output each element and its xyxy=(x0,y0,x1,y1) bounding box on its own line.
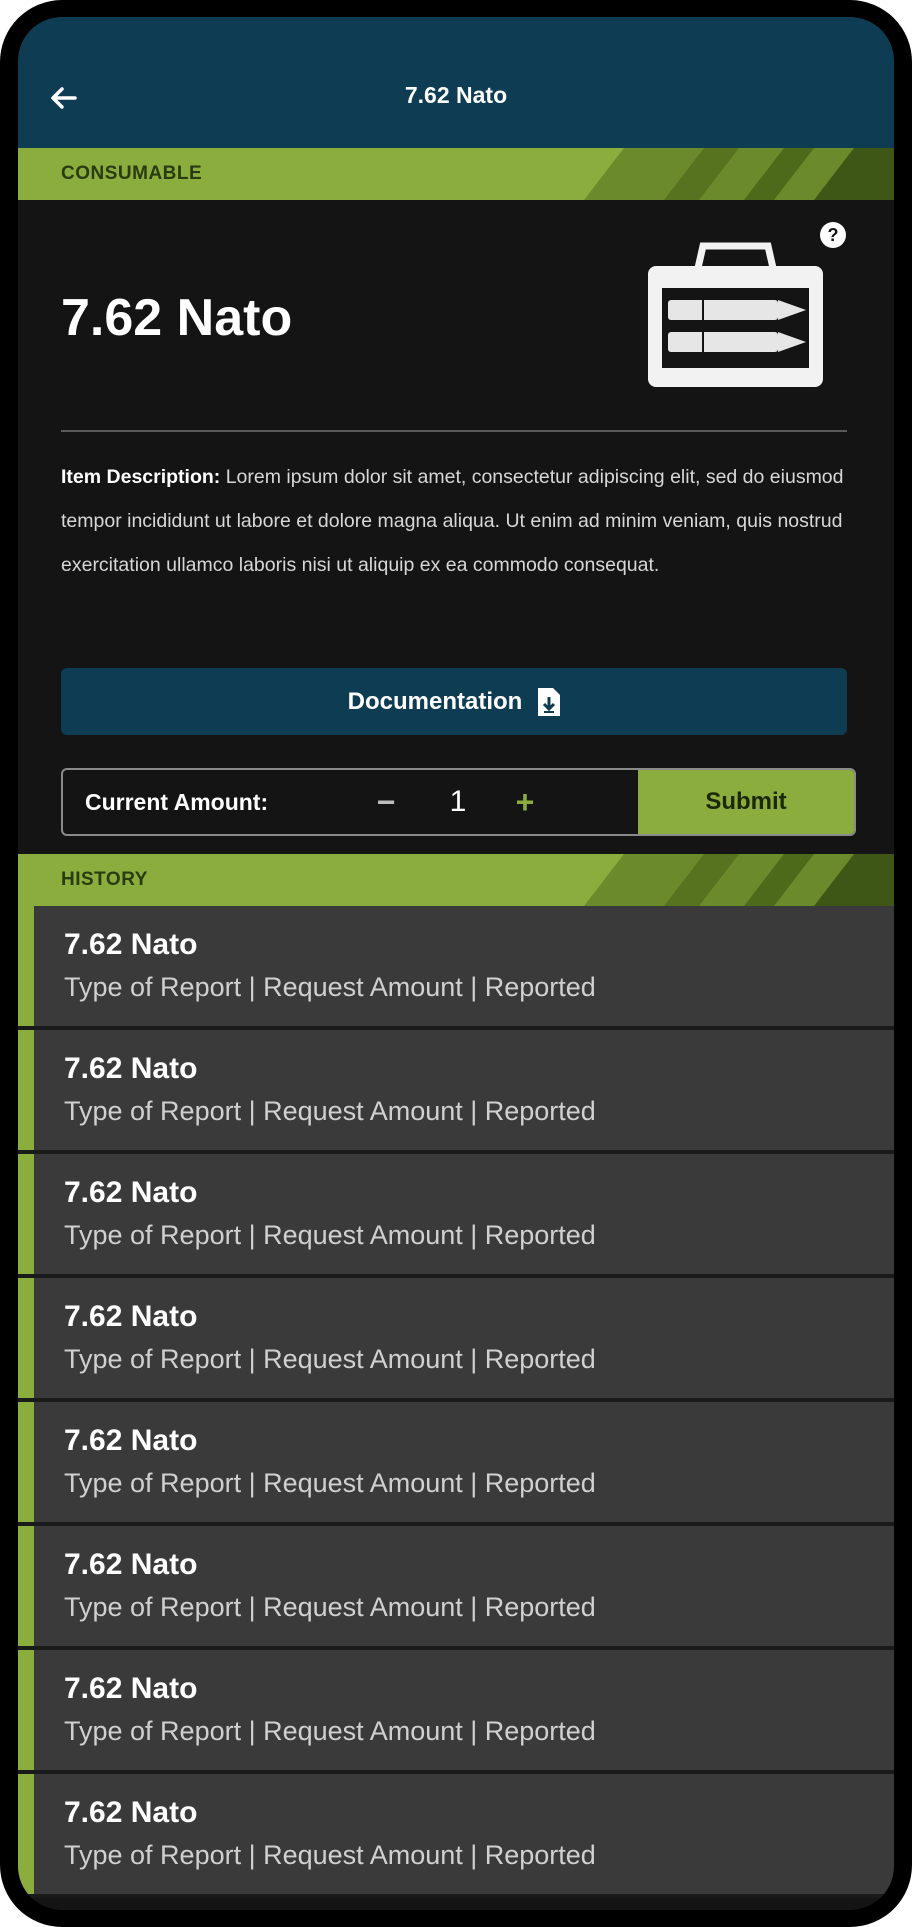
item-title: 7.62 Nato xyxy=(61,289,293,347)
quantity-value[interactable]: 1 xyxy=(443,770,473,834)
row-accent xyxy=(18,1526,34,1646)
section-label-history: HISTORY xyxy=(61,869,148,890)
stripe-decoration xyxy=(584,854,894,906)
row-accent xyxy=(18,1278,34,1398)
history-row-subtitle: Type of Report | Request Amount | Report… xyxy=(64,1344,596,1374)
history-row-title: 7.62 Nato xyxy=(64,928,198,961)
row-accent xyxy=(18,1030,34,1150)
increment-button[interactable]: + xyxy=(510,770,540,834)
app-screen: 7.62 Nato CONSUMABLE ? 7.62 Nato Item De… xyxy=(18,17,894,1910)
history-row[interactable]: 7.62 Nato Type of Report | Request Amoun… xyxy=(18,906,894,1030)
page-title: 7.62 Nato xyxy=(404,82,508,108)
history-section-bar: HISTORY xyxy=(18,854,894,906)
section-label-consumable: CONSUMABLE xyxy=(61,163,203,184)
history-row-subtitle: Type of Report | Request Amount | Report… xyxy=(64,1716,596,1746)
row-accent xyxy=(18,1154,34,1274)
submit-button[interactable]: Submit xyxy=(638,770,854,834)
device-frame: 7.62 Nato CONSUMABLE ? 7.62 Nato Item De… xyxy=(0,0,912,1927)
documentation-button[interactable]: Documentation xyxy=(61,668,847,735)
history-row[interactable]: 7.62 Nato Type of Report | Request Amoun… xyxy=(18,1402,894,1526)
history-row-subtitle: Type of Report | Request Amount | Report… xyxy=(64,1220,596,1250)
row-accent xyxy=(18,1650,34,1770)
history-list: 7.62 Nato Type of Report | Request Amoun… xyxy=(18,906,894,1898)
history-row[interactable]: 7.62 Nato Type of Report | Request Amoun… xyxy=(18,1650,894,1774)
item-description: Item Description: Lorem ipsum dolor sit … xyxy=(61,455,851,587)
history-row[interactable]: 7.62 Nato Type of Report | Request Amoun… xyxy=(18,1278,894,1402)
history-row-title: 7.62 Nato xyxy=(64,1052,198,1085)
history-row-title: 7.62 Nato xyxy=(64,1424,198,1457)
documentation-label: Documentation xyxy=(347,687,523,715)
amount-label: Current Amount: xyxy=(85,789,269,815)
decrement-button[interactable]: − xyxy=(371,770,401,834)
history-row-subtitle: Type of Report | Request Amount | Report… xyxy=(64,972,596,1002)
history-row-subtitle: Type of Report | Request Amount | Report… xyxy=(64,1840,596,1870)
history-row-title: 7.62 Nato xyxy=(64,1796,198,1829)
history-row-title: 7.62 Nato xyxy=(64,1672,198,1705)
history-row[interactable]: 7.62 Nato Type of Report | Request Amoun… xyxy=(18,1154,894,1278)
description-label: Item Description: xyxy=(61,466,221,488)
ammo-crate-icon xyxy=(648,242,823,387)
history-row-subtitle: Type of Report | Request Amount | Report… xyxy=(64,1096,596,1126)
history-row-title: 7.62 Nato xyxy=(64,1548,198,1581)
divider xyxy=(61,430,847,432)
row-accent xyxy=(18,906,34,1026)
top-app-bar: 7.62 Nato xyxy=(18,17,894,148)
file-download-icon xyxy=(538,687,561,716)
svg-text:?: ? xyxy=(828,225,839,245)
row-accent xyxy=(18,1774,34,1894)
consumable-section-bar: CONSUMABLE xyxy=(18,148,894,200)
item-detail-panel: ? 7.62 Nato Item Description: Lorem ipsu… xyxy=(18,200,894,854)
history-row-title: 7.62 Nato xyxy=(64,1300,198,1333)
stripe-decoration xyxy=(584,148,894,200)
history-row-title: 7.62 Nato xyxy=(64,1176,198,1209)
history-row[interactable]: 7.62 Nato Type of Report | Request Amoun… xyxy=(18,1030,894,1154)
history-row[interactable]: 7.62 Nato Type of Report | Request Amoun… xyxy=(18,1774,894,1898)
amount-stepper: Current Amount: − 1 + Submit xyxy=(61,768,856,836)
history-row[interactable]: 7.62 Nato Type of Report | Request Amoun… xyxy=(18,1526,894,1650)
history-row-subtitle: Type of Report | Request Amount | Report… xyxy=(64,1592,596,1622)
history-row-subtitle: Type of Report | Request Amount | Report… xyxy=(64,1468,596,1498)
row-accent xyxy=(18,1402,34,1522)
